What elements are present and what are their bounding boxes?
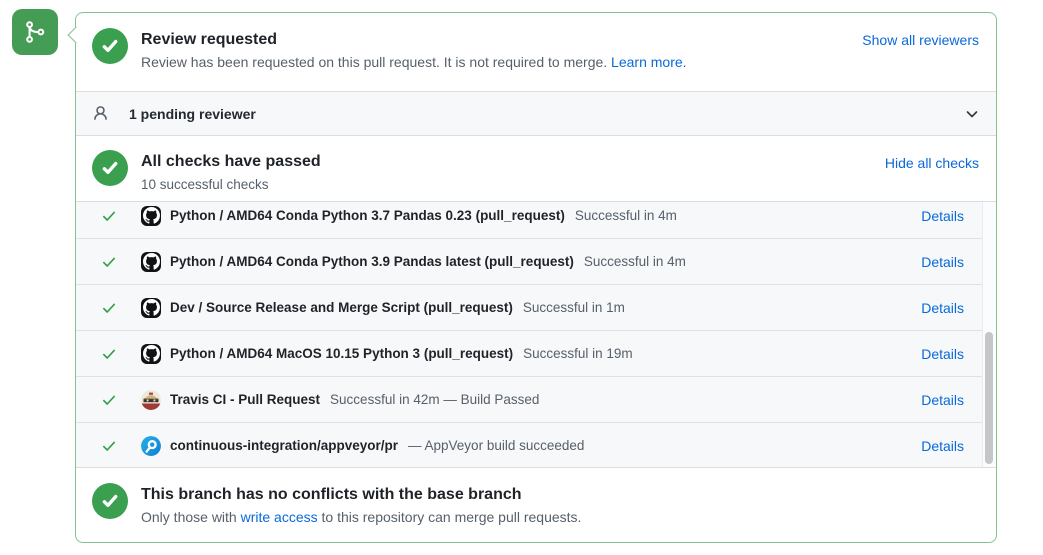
merge-description-prefix: Only those with (141, 509, 241, 525)
check-success-icon (101, 300, 117, 316)
scrollbar-thumb[interactable] (985, 332, 993, 464)
check-details-link[interactable]: Details (921, 300, 964, 316)
check-status: Successful in 19m (523, 346, 633, 361)
show-all-reviewers-link[interactable]: Show all reviewers (862, 32, 979, 48)
checks-section-subtitle: 10 successful checks (141, 175, 321, 195)
git-merge-icon (22, 19, 48, 45)
github-actions-icon (141, 206, 161, 226)
merge-description-suffix: to this repository can merge pull reques… (318, 509, 582, 525)
review-section-description: Review has been requested on this pull r… (141, 52, 687, 73)
check-details-link[interactable]: Details (921, 438, 964, 454)
check-status: Successful in 42m — Build Passed (330, 392, 539, 407)
merge-section-description: Only those with write access to this rep… (141, 507, 581, 528)
check-success-icon (101, 438, 117, 454)
review-section-title: Review requested (141, 29, 687, 51)
check-status: — AppVeyor build succeeded (408, 438, 584, 453)
checks-list-viewport: Python / AMD64 Conda Python 3.7 Pandas 0… (76, 201, 996, 468)
check-name: Dev / Source Release and Merge Script (p… (170, 300, 513, 315)
checks-section-title: All checks have passed (141, 151, 321, 173)
check-details-link[interactable]: Details (921, 346, 964, 362)
person-icon (92, 105, 109, 122)
success-check-circle-icon (92, 28, 128, 64)
check-row: Python / AMD64 Conda Python 3.9 Pandas l… (76, 239, 996, 285)
check-name: Travis CI - Pull Request (170, 392, 320, 407)
check-row: Python / AMD64 MacOS 10.15 Python 3 (pul… (76, 331, 996, 377)
check-name: Python / AMD64 Conda Python 3.9 Pandas l… (170, 254, 574, 269)
learn-more-link[interactable]: Learn more. (611, 54, 686, 70)
github-actions-icon (141, 344, 161, 364)
hide-all-checks-link[interactable]: Hide all checks (885, 155, 979, 171)
pending-reviewers-row[interactable]: 1 pending reviewer (76, 91, 996, 136)
appveyor-icon (141, 436, 161, 456)
check-name: Python / AMD64 Conda Python 3.7 Pandas 0… (170, 208, 565, 223)
pr-merge-status: Review requested Review has been request… (0, 0, 1043, 555)
check-details-link[interactable]: Details (921, 208, 964, 224)
success-check-circle-icon (92, 150, 128, 186)
checks-list: Python / AMD64 Conda Python 3.7 Pandas 0… (76, 201, 996, 468)
review-description-text: Review has been requested on this pull r… (141, 54, 611, 70)
write-access-link[interactable]: write access (241, 509, 318, 525)
check-details-link[interactable]: Details (921, 392, 964, 408)
check-success-icon (101, 208, 117, 224)
checks-summary-section: All checks have passed 10 successful che… (76, 136, 996, 201)
github-actions-icon (141, 298, 161, 318)
check-name: Python / AMD64 MacOS 10.15 Python 3 (pul… (170, 346, 513, 361)
check-success-icon (101, 392, 117, 408)
success-check-circle-icon (92, 483, 128, 519)
merge-status-box: Review requested Review has been request… (75, 12, 997, 543)
check-name: continuous-integration/appveyor/pr (170, 438, 398, 453)
check-status: Successful in 4m (584, 254, 686, 269)
check-status: Successful in 1m (523, 300, 625, 315)
check-success-icon (101, 254, 117, 270)
pending-reviewers-label: 1 pending reviewer (129, 106, 256, 122)
check-row: Dev / Source Release and Merge Script (p… (76, 285, 996, 331)
merge-section-title: This branch has no conflicts with the ba… (141, 484, 581, 506)
check-success-icon (101, 346, 117, 362)
scrollbar-track[interactable] (982, 202, 996, 467)
review-requested-section: Review requested Review has been request… (76, 13, 996, 91)
check-row: Python / AMD64 Conda Python 3.7 Pandas 0… (76, 201, 996, 239)
check-status: Successful in 4m (575, 208, 677, 223)
check-row: continuous-integration/appveyor/pr — App… (76, 423, 996, 468)
chevron-down-icon[interactable] (964, 106, 980, 122)
check-row: Travis CI - Pull Request Successful in 4… (76, 377, 996, 423)
check-details-link[interactable]: Details (921, 254, 964, 270)
travis-ci-icon (141, 390, 161, 410)
github-actions-icon (141, 252, 161, 272)
git-merge-badge (12, 9, 58, 55)
merge-ability-section: This branch has no conflicts with the ba… (76, 468, 996, 543)
